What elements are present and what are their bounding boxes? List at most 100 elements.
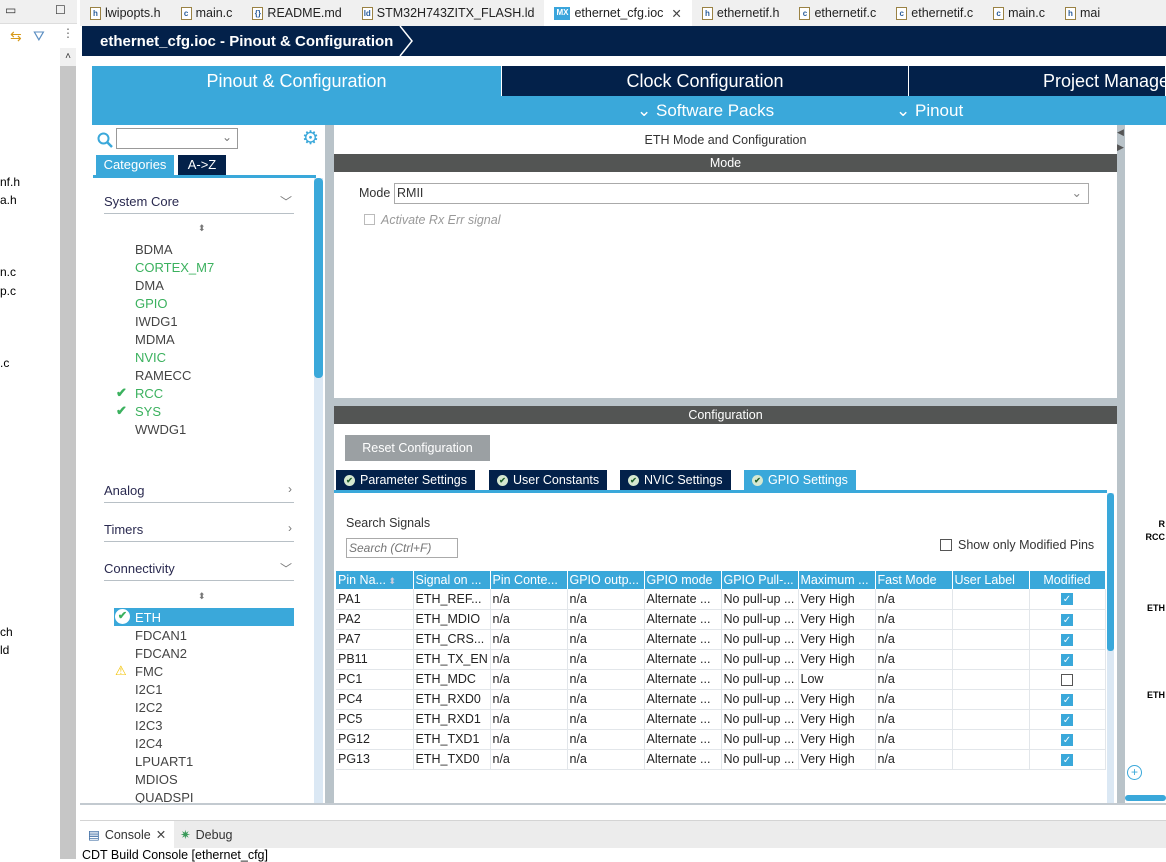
- editor-tab[interactable]: c main.c: [983, 0, 1055, 26]
- peripheral-item[interactable]: RCC: [135, 386, 163, 401]
- table-cell[interactable]: PG13: [336, 749, 414, 770]
- table-cell[interactable]: [952, 629, 1030, 650]
- table-cell[interactable]: Very High: [798, 749, 876, 770]
- sort-icon[interactable]: ⬍: [198, 223, 206, 234]
- table-cell[interactable]: No pull-up ...: [721, 669, 799, 690]
- table-cell[interactable]: PA2: [336, 609, 414, 630]
- table-cell[interactable]: No pull-up ...: [721, 749, 799, 770]
- table-cell[interactable]: Very High: [798, 589, 876, 610]
- peripheral-item[interactable]: LPUART1: [135, 754, 193, 769]
- column-header[interactable]: Fast Mode: [875, 571, 953, 589]
- category-timers[interactable]: Timers ›: [104, 521, 294, 542]
- modified-checkbox[interactable]: ✓: [1061, 753, 1073, 766]
- editor-tab[interactable]: h mai: [1055, 0, 1110, 26]
- explorer-scrollbar[interactable]: ˄: [60, 48, 76, 859]
- table-cell[interactable]: n/a: [490, 749, 568, 770]
- table-cell[interactable]: n/a: [875, 649, 953, 670]
- table-cell[interactable]: n/a: [567, 709, 645, 730]
- table-cell[interactable]: n/a: [567, 729, 645, 750]
- column-header[interactable]: Pin Na... ⬍: [336, 571, 414, 589]
- table-row[interactable]: PA2 ETH_MDIO n/a n/a Alternate ... No pull-up…: [336, 609, 1106, 630]
- table-row[interactable]: PA1 ETH_REF... n/a n/a Alternate ... No pull-…: [336, 589, 1106, 610]
- gear-icon[interactable]: ⚙: [302, 127, 319, 150]
- table-cell[interactable]: ETH_MDIO: [413, 609, 491, 630]
- table-row[interactable]: PB11 ETH_TX_EN n/a n/a Alternate ... No pull-…: [336, 649, 1106, 670]
- peripheral-item[interactable]: WWDG1: [135, 422, 186, 437]
- table-row[interactable]: PC4 ETH_RXD0 n/a n/a Alternate ... No pull-up…: [336, 689, 1106, 710]
- tab-user-constants[interactable]: ✔ User Constants: [489, 470, 609, 490]
- table-cell[interactable]: n/a: [875, 629, 953, 650]
- search-signals-input[interactable]: [346, 538, 458, 558]
- categories-scrollbar[interactable]: [314, 178, 323, 803]
- tab-gpio-settings[interactable]: ✔ GPIO Settings: [744, 470, 857, 490]
- table-cell[interactable]: [952, 649, 1030, 670]
- modified-checkbox[interactable]: ✓: [1061, 613, 1073, 626]
- peripheral-item[interactable]: FDCAN1: [135, 628, 187, 643]
- peripheral-item[interactable]: ETH: [135, 610, 161, 625]
- table-cell[interactable]: ETH_MDC: [413, 669, 491, 690]
- table-cell[interactable]: ETH_RXD0: [413, 689, 491, 710]
- editor-tab[interactable]: h lwipopts.h: [80, 0, 171, 26]
- table-cell[interactable]: ETH_TX_EN: [413, 649, 491, 670]
- explorer-file[interactable]: p.c: [0, 284, 16, 298]
- splitter[interactable]: [334, 398, 1117, 406]
- table-cell[interactable]: ETH_TXD0: [413, 749, 491, 770]
- tab-pinout-configuration[interactable]: Pinout & Configuration: [92, 66, 502, 96]
- table-cell[interactable]: n/a: [567, 609, 645, 630]
- explorer-file[interactable]: ld: [0, 643, 9, 657]
- zoom-in-icon[interactable]: +: [1127, 765, 1142, 780]
- modified-checkbox[interactable]: ✓: [1061, 653, 1073, 666]
- table-cell[interactable]: n/a: [490, 649, 568, 670]
- modified-checkbox[interactable]: ✓: [1061, 633, 1073, 646]
- table-row[interactable]: PC1 ETH_MDC n/a n/a Alternate ... No pull-up …: [336, 669, 1106, 690]
- table-cell[interactable]: Very High: [798, 629, 876, 650]
- table-cell[interactable]: Alternate ...: [644, 609, 722, 630]
- scroll-thumb[interactable]: [1107, 493, 1114, 651]
- peripheral-item[interactable]: I2C2: [135, 700, 162, 715]
- tab-nvic-settings[interactable]: ✔ NVIC Settings: [620, 470, 732, 490]
- scroll-up-icon[interactable]: ˄: [60, 48, 76, 66]
- table-cell[interactable]: [952, 609, 1030, 630]
- table-row[interactable]: PA7 ETH_CRS... n/a n/a Alternate ... No pull-…: [336, 629, 1106, 650]
- peripheral-item[interactable]: BDMA: [135, 242, 173, 257]
- modified-checkbox[interactable]: ✓: [1061, 593, 1073, 606]
- table-cell[interactable]: n/a: [875, 609, 953, 630]
- filter-icon[interactable]: ⛛: [33, 28, 45, 45]
- table-cell[interactable]: ETH_REF...: [413, 589, 491, 610]
- modified-checkbox[interactable]: ✓: [1061, 713, 1073, 726]
- table-cell[interactable]: Alternate ...: [644, 629, 722, 650]
- search-icon[interactable]: [97, 132, 113, 148]
- table-cell[interactable]: PB11: [336, 649, 414, 670]
- column-header[interactable]: GPIO mode: [644, 571, 722, 589]
- table-cell[interactable]: n/a: [875, 669, 953, 690]
- table-cell[interactable]: Very High: [798, 649, 876, 670]
- column-header[interactable]: GPIO outp...: [567, 571, 645, 589]
- maximize-icon[interactable]: ☐: [55, 3, 66, 17]
- modified-checkbox[interactable]: ✓: [1061, 733, 1073, 746]
- table-cell[interactable]: No pull-up ...: [721, 609, 799, 630]
- peripheral-item[interactable]: I2C1: [135, 682, 162, 697]
- editor-tab[interactable]: {} README.md: [242, 0, 351, 26]
- peripheral-item[interactable]: SYS: [135, 404, 161, 419]
- search-combo[interactable]: ⌄: [116, 128, 238, 149]
- tab-categories[interactable]: Categories: [96, 155, 174, 175]
- tab-parameter-settings[interactable]: ✔ Parameter Settings: [336, 470, 476, 490]
- table-cell[interactable]: Alternate ...: [644, 709, 722, 730]
- table-cell[interactable]: PC1: [336, 669, 414, 690]
- table-cell[interactable]: No pull-up ...: [721, 709, 799, 730]
- editor-tab[interactable]: MX ethernet_cfg.ioc ✕: [544, 0, 692, 26]
- tab-clock-configuration[interactable]: Clock Configuration: [502, 66, 909, 96]
- column-header[interactable]: Signal on ...: [413, 571, 491, 589]
- tab-a-z[interactable]: A->Z: [178, 155, 226, 175]
- peripheral-item[interactable]: DMA: [135, 278, 164, 293]
- table-cell[interactable]: [952, 669, 1030, 690]
- table-cell[interactable]: n/a: [567, 589, 645, 610]
- mode-select[interactable]: RMII ⌄: [394, 183, 1089, 204]
- table-cell[interactable]: n/a: [875, 729, 953, 750]
- table-cell[interactable]: n/a: [875, 689, 953, 710]
- table-cell[interactable]: ETH_RXD1: [413, 709, 491, 730]
- view-menu-icon[interactable]: ⋮: [62, 26, 74, 40]
- tab-console[interactable]: ▤ Console ✕: [80, 821, 175, 848]
- peripheral-item[interactable]: FMC: [135, 664, 163, 679]
- column-header[interactable]: Modified: [1029, 571, 1106, 589]
